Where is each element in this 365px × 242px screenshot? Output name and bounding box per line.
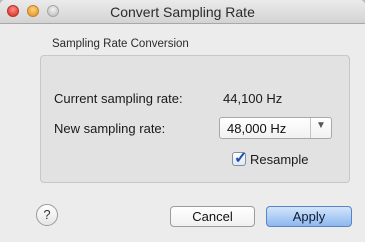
apply-button[interactable]: Apply [266, 206, 352, 227]
resample-label[interactable]: Resample [250, 152, 309, 167]
resample-checkbox[interactable]: ✓ [232, 150, 247, 167]
new-rate-label: New sampling rate: [54, 121, 166, 136]
help-icon[interactable]: ? [36, 204, 58, 226]
chevron-down-icon[interactable]: ▼ [316, 120, 326, 131]
new-rate-value: 48,000 Hz [227, 121, 287, 136]
current-rate-value: 44,100 Hz [223, 91, 283, 106]
group-label: Sampling Rate Conversion [52, 38, 189, 50]
title-bar[interactable]: Convert Sampling Rate [0, 0, 365, 24]
cancel-button[interactable]: Cancel [170, 206, 255, 227]
convert-sampling-rate-dialog: Convert Sampling Rate Sampling Rate Conv… [0, 0, 365, 242]
window-title: Convert Sampling Rate [110, 4, 255, 20]
new-rate-dropdown[interactable]: 48,000 Hz ▼ [219, 117, 332, 139]
checkmark-icon: ✓ [234, 150, 248, 167]
dropdown-divider [310, 118, 311, 138]
current-rate-label: Current sampling rate: [54, 91, 183, 106]
